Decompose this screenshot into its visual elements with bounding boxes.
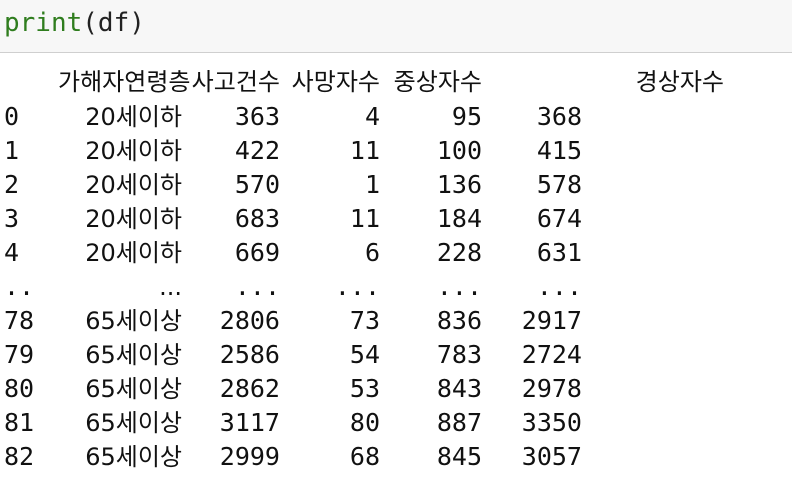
table-cell: 54 — [349, 340, 380, 369]
table-cell: 570 — [234, 170, 280, 199]
row-index: 78 — [4, 306, 35, 335]
table-cell: 53 — [349, 374, 380, 403]
code-line: print(df) — [4, 6, 145, 40]
table-row: 4 20세이하 669 6 228 631 — [0, 236, 792, 270]
table-cell: 3350 — [521, 408, 582, 437]
table-cell: 674 — [536, 204, 582, 233]
table-cell: 422 — [234, 136, 280, 165]
row-index: 3 — [4, 204, 20, 233]
table-cell: 20세이하 — [85, 205, 182, 233]
table-cell: 783 — [436, 340, 482, 369]
table-cell: 80 — [349, 408, 380, 437]
table-cell: 228 — [436, 238, 482, 267]
table-cell: 2862 — [219, 374, 280, 403]
table-cell: 20세이하 — [85, 137, 182, 165]
table-cell: 11 — [349, 136, 380, 165]
table-cell: 3117 — [219, 408, 280, 437]
table-cell: 65세이상 — [85, 341, 182, 369]
table-cell: 136 — [436, 170, 482, 199]
row-index: 1 — [4, 136, 20, 165]
table-cell: 73 — [349, 306, 380, 335]
table-cell: 65세이상 — [85, 307, 182, 335]
header-offender-age: 가해자연령층 — [58, 68, 191, 96]
row-index: 4 — [4, 238, 20, 267]
table-cell: 578 — [536, 170, 582, 199]
header-minor-injuries: 경상자수 — [635, 68, 724, 96]
table-cell: ... — [234, 272, 280, 301]
notebook-view: print(df) 가해자연령층 사고건수 사망자수 중상자수 경상자수 0 20… — [0, 0, 792, 484]
row-index: 81 — [4, 408, 35, 437]
table-cell: 415 — [536, 136, 582, 165]
table-cell: 184 — [436, 204, 482, 233]
table-cell: 95 — [451, 102, 482, 131]
table-cell: 20세이하 — [85, 103, 182, 131]
table-row: 81 65세이상 3117 80 887 3350 — [0, 406, 792, 440]
table-cell: 368 — [536, 102, 582, 131]
table-cell: 20세이하 — [85, 239, 182, 267]
table-row: 78 65세이상 2806 73 836 2917 — [0, 304, 792, 338]
table-cell: 65세이상 — [85, 409, 182, 437]
table-row: ................. — [0, 270, 792, 304]
table-row: 3 20세이하 683 11 184 674 — [0, 202, 792, 236]
table-cell: 11 — [349, 204, 380, 233]
table-cell: 2978 — [521, 374, 582, 403]
row-index: 82 — [4, 442, 35, 471]
header-deaths: 사망자수 — [291, 68, 380, 96]
table-cell: 6 — [364, 238, 380, 267]
row-index: 80 — [4, 374, 35, 403]
table-row: 0 20세이하 363 4 95 368 — [0, 100, 792, 134]
table-row: 79 65세이상 2586 54 783 2724 — [0, 338, 792, 372]
table-cell: 2806 — [219, 306, 280, 335]
code-cell[interactable]: print(df) — [0, 0, 792, 53]
table-cell: ... — [536, 272, 582, 301]
table-cell: ... — [334, 272, 380, 301]
table-cell: 2586 — [219, 340, 280, 369]
table-cell: 3057 — [521, 442, 582, 471]
table-cell: 65세이상 — [85, 375, 182, 403]
row-index: 0 — [4, 102, 20, 131]
table-cell: 887 — [436, 408, 482, 437]
table-row: 82 65세이상 2999 68 845 3057 — [0, 440, 792, 474]
table-cell: 683 — [234, 204, 280, 233]
output-area: 가해자연령층 사고건수 사망자수 중상자수 경상자수 0 20세이하 363 4 95 3… — [0, 53, 792, 484]
table-row: 1 20세이하 422 11 100 415 — [0, 134, 792, 168]
table-cell: ... — [159, 273, 182, 301]
table-cell: 2917 — [521, 306, 582, 335]
builtin-print: print — [4, 8, 83, 38]
table-row: 2 20세이하 570 1 136 578 — [0, 168, 792, 202]
table-cell: 4 — [364, 102, 380, 131]
table-cell: 845 — [436, 442, 482, 471]
table-cell: 2999 — [219, 442, 280, 471]
table-cell: 68 — [349, 442, 380, 471]
table-cell: 20세이하 — [85, 171, 182, 199]
table-row: 80 65세이상 2862 53 843 2978 — [0, 372, 792, 406]
table-cell: 363 — [234, 102, 280, 131]
row-index: .. — [4, 272, 35, 301]
table-cell: 631 — [536, 238, 582, 267]
table-cell: 2724 — [521, 340, 582, 369]
table-cell: ... — [436, 272, 482, 301]
table-header-row: 가해자연령층 사고건수 사망자수 중상자수 경상자수 — [0, 65, 792, 99]
row-index: 2 — [4, 170, 20, 199]
table-cell: 100 — [436, 136, 482, 165]
table-cell: 65세이상 — [85, 443, 182, 471]
table-cell: 843 — [436, 374, 482, 403]
table-cell: 836 — [436, 306, 482, 335]
header-serious-injuries: 중상자수 — [393, 68, 482, 96]
row-index: 79 — [4, 340, 35, 369]
header-accidents: 사고건수 — [191, 68, 280, 96]
call-args: (df) — [82, 8, 145, 38]
table-cell: 669 — [234, 238, 280, 267]
table-cell: 1 — [364, 170, 380, 199]
